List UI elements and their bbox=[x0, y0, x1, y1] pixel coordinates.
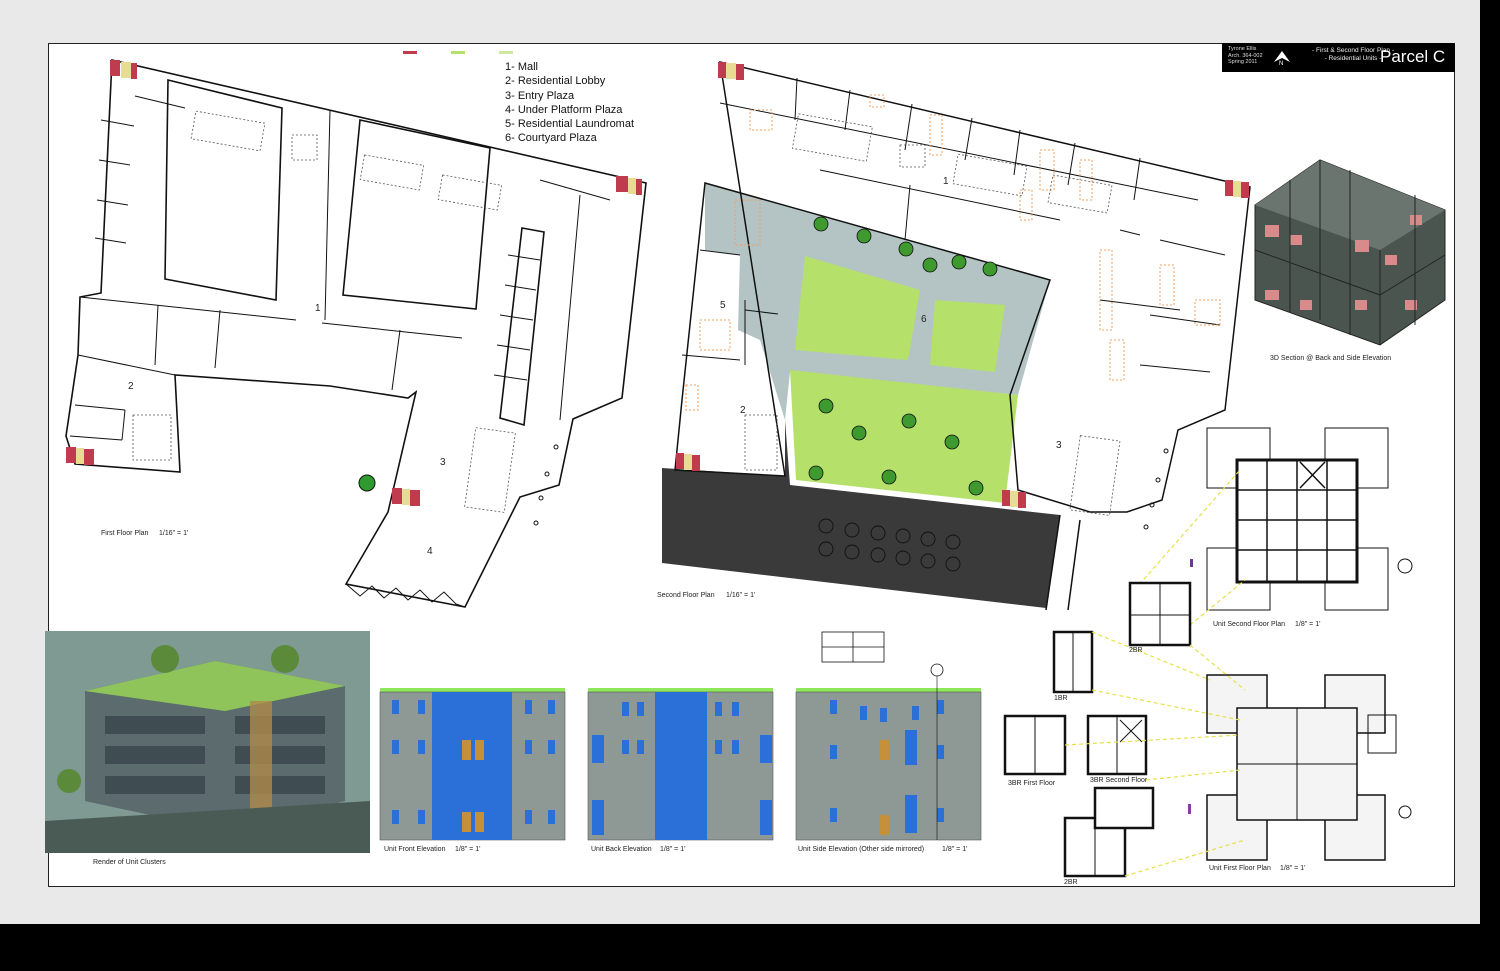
back-elevation-scale: 1/8" = 1' bbox=[660, 846, 686, 853]
unit-3br-first-label: 3BR First Floor bbox=[1008, 780, 1056, 787]
unit-first-floor-caption: Unit First Floor Plan bbox=[1209, 865, 1271, 872]
front-elevation-caption: Unit Front Elevation bbox=[384, 846, 446, 853]
unit-2br-top-label: 2BR bbox=[1129, 647, 1143, 654]
side-elevation-scale: 1/8" = 1' bbox=[942, 846, 968, 853]
unit-2br-bottom-label: 2BR bbox=[1064, 879, 1078, 886]
side-elevation bbox=[795, 663, 982, 841]
unit-first-floor-scale: 1/8" = 1' bbox=[1280, 865, 1306, 872]
unit-3br-second-label: 3BR Second Floor bbox=[1090, 777, 1148, 784]
back-elevation bbox=[587, 688, 774, 841]
front-elevation-scale: 1/8" = 1' bbox=[455, 846, 481, 853]
unit-elevations bbox=[379, 631, 982, 841]
unit-1br-label: 1BR bbox=[1054, 695, 1068, 702]
section-marker-2-icon bbox=[1398, 805, 1412, 819]
render-caption: Render of Unit Clusters bbox=[93, 859, 166, 866]
front-elevation bbox=[379, 688, 566, 841]
back-elevation-caption: Unit Back Elevation bbox=[591, 846, 652, 853]
side-elevation-caption: Unit Side Elevation (Other side mirrored… bbox=[798, 846, 925, 853]
unit-cluster-section bbox=[821, 631, 885, 663]
